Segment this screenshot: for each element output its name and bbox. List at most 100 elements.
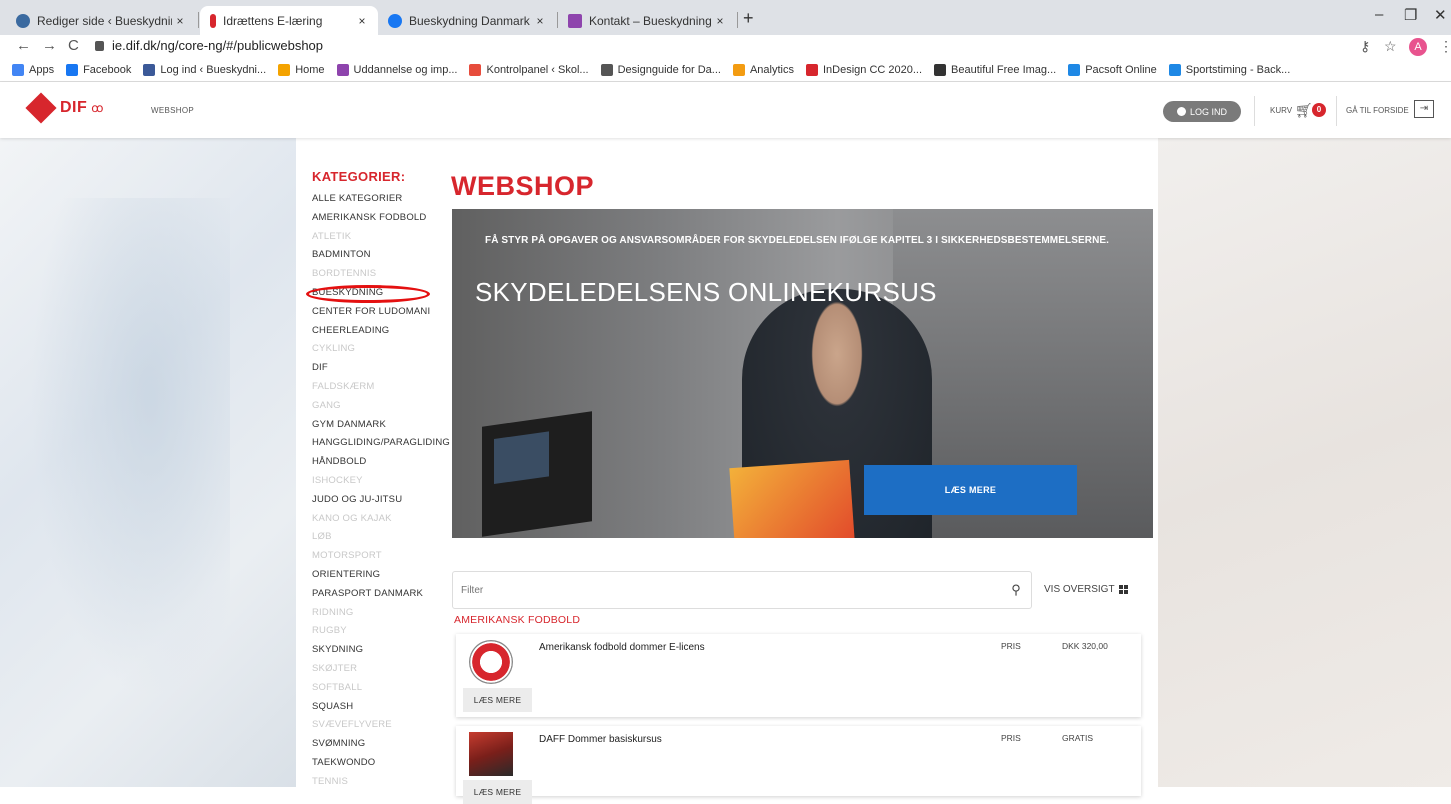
category-item[interactable]: DIF bbox=[312, 359, 450, 378]
exit-icon[interactable]: ⇥ bbox=[1414, 100, 1434, 118]
bookmark-apps[interactable]: Apps bbox=[12, 64, 54, 76]
cart-icon[interactable]: 🛒︎ bbox=[1295, 102, 1313, 119]
site-header: DIF ꝏ WEBSHOP LOG IND KURV 🛒︎ 0 GÅ TIL F… bbox=[0, 82, 1451, 138]
close-tab-icon[interactable]: × bbox=[532, 14, 548, 28]
browser-tab[interactable]: Bueskydning Danmark | Facebo × bbox=[378, 6, 556, 35]
cart-label[interactable]: KURV bbox=[1270, 106, 1292, 115]
category-item[interactable]: CENTER FOR LUDOMANI bbox=[312, 303, 450, 322]
key-icon[interactable]: ⚷ bbox=[1360, 35, 1370, 57]
category-item[interactable]: PARASPORT DANMARK bbox=[312, 585, 450, 604]
reload-icon[interactable]: C bbox=[68, 35, 79, 57]
category-item[interactable]: TAEKWONDO bbox=[312, 754, 450, 773]
close-tab-icon[interactable]: × bbox=[712, 14, 728, 28]
back-icon[interactable]: ← bbox=[16, 35, 31, 57]
category-item[interactable]: CHEERLEADING bbox=[312, 322, 450, 341]
category-item[interactable]: LØB bbox=[312, 528, 450, 547]
hero-read-more-button[interactable]: LÆS MERE bbox=[864, 465, 1077, 515]
read-more-button[interactable]: LÆS MERE bbox=[463, 780, 532, 804]
category-item[interactable]: RIDNING bbox=[312, 604, 450, 623]
nav-webshop[interactable]: WEBSHOP bbox=[151, 106, 194, 115]
browser-tab-active[interactable]: Idrættens E-læring × bbox=[200, 6, 378, 35]
category-item[interactable]: ATLETIK bbox=[312, 228, 450, 247]
star-icon[interactable]: ☆ bbox=[1384, 35, 1397, 57]
category-item[interactable]: CYKLING bbox=[312, 340, 450, 359]
bookmark-item[interactable]: Beautiful Free Imag... bbox=[934, 64, 1056, 76]
category-item[interactable]: RUGBY bbox=[312, 622, 450, 641]
category-item[interactable]: GANG bbox=[312, 397, 450, 416]
overview-toggle[interactable]: VIS OVERSIGT bbox=[1044, 584, 1128, 595]
product-name[interactable]: DAFF Dommer basiskursus bbox=[539, 734, 662, 745]
bookmark-item[interactable]: Designguide for Da... bbox=[600, 64, 721, 76]
hero-title: SKYDELEDELSENS ONLINEKURSUS bbox=[475, 277, 937, 307]
product-card[interactable]: Amerikansk fodbold dommer E-licens PRIS … bbox=[456, 634, 1141, 717]
category-item[interactable]: JUDO OG JU-JITSU bbox=[312, 491, 450, 510]
category-item[interactable]: GYM DANMARK bbox=[312, 416, 450, 435]
price-label: PRIS bbox=[1001, 733, 1021, 743]
category-list: ALLE KATEGORIER AMERIKANSK FODBOLD ATLETIK… bbox=[306, 190, 450, 792]
bookmark-item[interactable]: Pacsoft Online bbox=[1068, 64, 1157, 76]
login-button[interactable]: LOG IND bbox=[1163, 101, 1241, 122]
product-name[interactable]: Amerikansk fodbold dommer E-licens bbox=[539, 642, 705, 653]
bookmark-favicon-icon bbox=[600, 64, 613, 76]
facebook-icon bbox=[388, 13, 402, 28]
bookmark-item[interactable]: Analytics bbox=[732, 64, 794, 76]
profile-avatar[interactable]: A bbox=[1409, 38, 1427, 56]
bookmark-item[interactable]: Sportstiming - Back... bbox=[1168, 64, 1290, 76]
category-item[interactable]: SVÆVEFLYVERE bbox=[312, 716, 450, 735]
category-item[interactable]: SVØMNING bbox=[312, 735, 450, 754]
browser-tab[interactable]: Rediger side ‹ Bueskydning Dan × bbox=[6, 6, 196, 35]
lock-icon bbox=[95, 41, 104, 51]
bookmark-item[interactable]: Home bbox=[278, 64, 325, 76]
category-item[interactable]: ORIENTERING bbox=[312, 566, 450, 585]
browser-tab[interactable]: Kontakt – Bueskydning Danmark × bbox=[558, 6, 736, 35]
category-item[interactable]: BUESKYDNING bbox=[306, 284, 450, 303]
category-item[interactable]: TENNIS bbox=[312, 773, 450, 792]
goto-frontpage-link[interactable]: GÅ TIL FORSIDE bbox=[1346, 106, 1409, 115]
category-item[interactable]: SKYDNING bbox=[312, 641, 450, 660]
product-card[interactable]: DAFF Dommer basiskursus PRIS GRATIS LÆS … bbox=[456, 726, 1141, 804]
menu-icon[interactable]: ⋮ bbox=[1439, 35, 1451, 57]
bookmark-item[interactable]: Uddannelse og imp... bbox=[336, 64, 457, 76]
address-bar[interactable]: ie.dif.dk/ng/core-ng/#/publicwebshop bbox=[95, 35, 323, 57]
bookmark-favicon-icon bbox=[934, 64, 947, 76]
window-close-icon[interactable]: ✕ bbox=[1434, 6, 1447, 24]
bookmark-item[interactable]: InDesign CC 2020... bbox=[805, 64, 922, 76]
category-item[interactable]: SKØJTER bbox=[312, 660, 450, 679]
category-item[interactable]: BADMINTON bbox=[312, 246, 450, 265]
flame-icon bbox=[25, 92, 57, 124]
bookmark-favicon-icon bbox=[278, 64, 291, 76]
search-icon[interactable]: ⚲ bbox=[1001, 582, 1031, 598]
grid-icon bbox=[1118, 585, 1128, 594]
category-item[interactable]: HANGGLIDING/PARAGLIDING bbox=[312, 434, 450, 453]
bookmark-favicon-icon bbox=[805, 64, 818, 76]
category-item[interactable]: BORDTENNIS bbox=[312, 265, 450, 284]
category-item[interactable]: MOTORSPORT bbox=[312, 547, 450, 566]
category-item[interactable]: FALDSKÆRM bbox=[312, 378, 450, 397]
price-value: DKK 320,00 bbox=[1062, 641, 1108, 651]
maximize-icon[interactable]: ❐ bbox=[1404, 6, 1417, 24]
forward-icon[interactable]: → bbox=[42, 35, 57, 57]
bookmark-item[interactable]: Log ind ‹ Bueskydni... bbox=[143, 64, 266, 76]
category-item[interactable]: SQUASH bbox=[312, 698, 450, 717]
bookmark-item[interactable]: Facebook bbox=[66, 64, 131, 76]
category-item[interactable]: KANO OG KAJAK bbox=[312, 510, 450, 529]
close-tab-icon[interactable]: × bbox=[172, 14, 188, 28]
filter-input[interactable] bbox=[461, 584, 1001, 596]
apps-grid-icon bbox=[12, 64, 24, 76]
highlight-circle bbox=[306, 284, 430, 303]
minimize-icon[interactable]: – bbox=[1375, 6, 1383, 23]
cart-count-badge: 0 bbox=[1312, 103, 1326, 117]
category-item[interactable]: ALLE KATEGORIER bbox=[312, 190, 450, 209]
category-item[interactable]: ISHOCKEY bbox=[312, 472, 450, 491]
category-item[interactable]: SOFTBALL bbox=[312, 679, 450, 698]
filter-field[interactable]: ⚲ bbox=[452, 571, 1032, 609]
bookmark-item[interactable]: Kontrolpanel ‹ Skol... bbox=[469, 64, 589, 76]
browser-toolbar: ← → C ie.dif.dk/ng/core-ng/#/publicwebsh… bbox=[0, 35, 1451, 59]
bookmark-favicon-icon bbox=[469, 64, 482, 76]
new-tab-button[interactable]: + bbox=[743, 8, 754, 29]
close-tab-icon[interactable]: × bbox=[354, 14, 370, 28]
dif-logo[interactable]: DIF ꝏ bbox=[25, 92, 104, 124]
read-more-button[interactable]: LÆS MERE bbox=[463, 688, 532, 712]
category-item[interactable]: HÅNDBOLD bbox=[312, 453, 450, 472]
category-item[interactable]: AMERIKANSK FODBOLD bbox=[312, 209, 450, 228]
